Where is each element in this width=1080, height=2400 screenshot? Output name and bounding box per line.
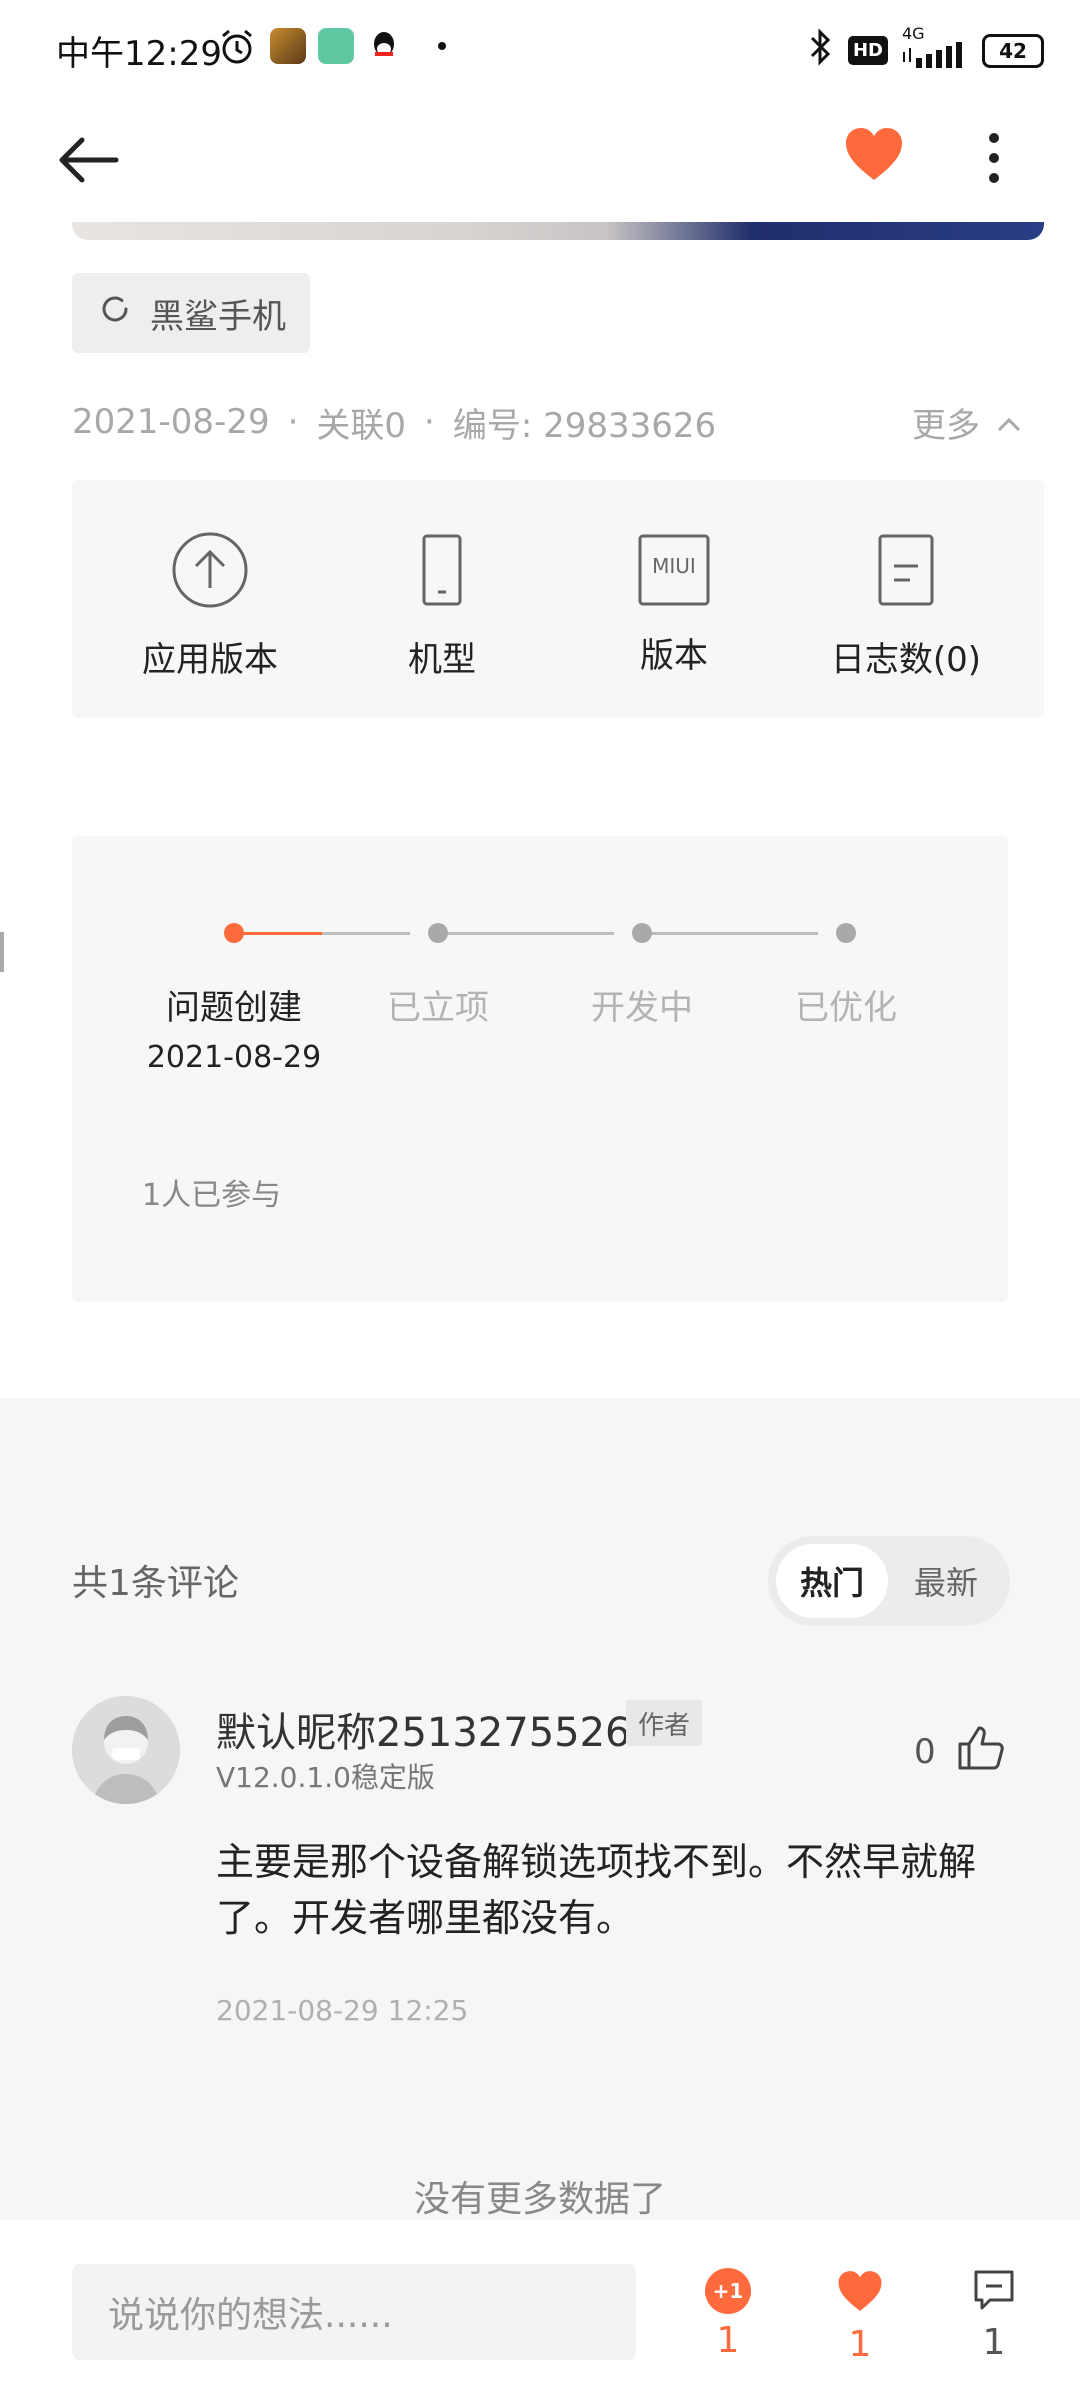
comment-version: V12.0.1.0稳定版 bbox=[216, 1761, 435, 1794]
info-label: 版本 bbox=[640, 636, 708, 676]
alarm-icon bbox=[218, 28, 256, 70]
step-label-optimized: 已优化 bbox=[795, 988, 897, 1028]
heart-icon bbox=[835, 2268, 885, 2318]
status-bar: 中午12:29 HD 4G 42 bbox=[0, 0, 1080, 96]
phone-icon bbox=[402, 530, 482, 614]
qq-icon bbox=[366, 28, 402, 64]
more-notifications-dot bbox=[438, 42, 446, 50]
comment-icon bbox=[972, 2268, 1016, 2316]
battery-indicator: 42 bbox=[982, 33, 1044, 68]
chevron-up-icon bbox=[996, 402, 1022, 442]
tag-label: 黑鲨手机 bbox=[150, 296, 286, 337]
edge-handle bbox=[0, 932, 4, 972]
step-label-developing: 开发中 bbox=[591, 988, 693, 1028]
post-date: 2021-08-29 bbox=[72, 402, 270, 442]
comment-like-count: 0 bbox=[914, 1732, 936, 1772]
comment-count: 1 bbox=[982, 2322, 1006, 2363]
upload-circle-icon bbox=[170, 530, 250, 614]
miui-icon: MIUI bbox=[634, 530, 714, 610]
avatar[interactable] bbox=[72, 1696, 180, 1804]
top-nav bbox=[0, 100, 1080, 220]
progress-panel: 问题创建 已立项 开发中 已优化 2021-08-29 1人已参与 bbox=[72, 836, 1008, 1302]
meta-row: 2021-08-29 · 关联0 · 编号: 29833626 bbox=[72, 392, 1032, 452]
separator-dot: · bbox=[287, 402, 299, 442]
app-notification-icon bbox=[270, 28, 306, 64]
step-dot bbox=[836, 923, 856, 943]
step-label-created: 问题创建 bbox=[166, 988, 302, 1028]
info-panel: 应用版本 机型 MIUI 版本 日志数(0) bbox=[72, 480, 1044, 718]
progress-line bbox=[234, 932, 410, 935]
comment-input[interactable]: 说说你的想法...... bbox=[72, 2264, 636, 2360]
related-count: 关联0 bbox=[316, 405, 407, 446]
heart-icon[interactable] bbox=[842, 124, 906, 184]
info-item-logs[interactable]: 日志数(0) bbox=[806, 530, 1006, 681]
plus-one-icon: +1 bbox=[705, 2268, 751, 2314]
more-label: 更多 bbox=[912, 405, 980, 446]
comment-time: 2021-08-29 12:25 bbox=[216, 1994, 469, 2027]
separator-dot: · bbox=[424, 402, 435, 442]
info-label: 日志数(0) bbox=[830, 640, 982, 680]
more-vertical-icon[interactable] bbox=[984, 130, 1004, 186]
like-count: 1 bbox=[848, 2324, 872, 2365]
info-item-app-version[interactable]: 应用版本 bbox=[110, 530, 310, 681]
device-tag[interactable]: 黑鲨手机 bbox=[72, 273, 310, 353]
status-time: 中午12:29 bbox=[56, 34, 222, 74]
info-item-version[interactable]: MIUI 版本 bbox=[574, 530, 774, 677]
plus-one-button[interactable]: +1 1 bbox=[688, 2268, 768, 2361]
no-more-data: 没有更多数据了 bbox=[413, 2179, 666, 2220]
participants-count: 1人已参与 bbox=[142, 1178, 282, 1213]
banner-image-edge bbox=[72, 222, 1044, 240]
info-label: 应用版本 bbox=[142, 640, 278, 680]
refresh-icon bbox=[98, 292, 132, 335]
bluetooth-icon bbox=[808, 28, 834, 73]
step-dot bbox=[632, 923, 652, 943]
more-toggle[interactable]: 更多 bbox=[912, 392, 1022, 452]
comment-text: 主要是那个设备解锁选项找不到。不然早就解了。开发者哪里都没有。 bbox=[216, 1840, 977, 1940]
comment-input-placeholder: 说说你的想法...... bbox=[108, 2295, 393, 2336]
arrow-left-icon[interactable] bbox=[56, 130, 120, 190]
info-label: 机型 bbox=[408, 640, 476, 680]
thumbs-up-icon[interactable] bbox=[956, 1722, 1006, 1772]
like-button[interactable]: 1 bbox=[820, 2268, 900, 2365]
info-item-model[interactable]: 机型 bbox=[342, 530, 542, 681]
signal-icon bbox=[902, 42, 968, 75]
progress-line bbox=[438, 932, 614, 935]
step-date: 2021-08-29 bbox=[146, 1040, 322, 1075]
comments-section bbox=[0, 1398, 1080, 2220]
plus-one-count: 1 bbox=[716, 2320, 740, 2361]
step-dot-active bbox=[224, 923, 244, 943]
sort-latest-button[interactable]: 最新 bbox=[890, 1544, 1002, 1618]
step-label-approved: 已立项 bbox=[387, 988, 489, 1028]
document-icon bbox=[866, 530, 946, 614]
comment-author[interactable]: 默认昵称2513275526 bbox=[216, 1700, 631, 1758]
hd-badge: HD bbox=[847, 36, 888, 65]
issue-number: 编号: 29833626 bbox=[452, 405, 717, 446]
sort-hot-button[interactable]: 热门 bbox=[776, 1544, 888, 1618]
comments-title: 共1条评论 bbox=[72, 1563, 239, 1604]
comment-button[interactable]: 1 bbox=[954, 2268, 1034, 2363]
author-badge: 作者 bbox=[626, 1700, 703, 1746]
sort-toggle: 热门 最新 bbox=[768, 1536, 1010, 1626]
step-dot bbox=[428, 923, 448, 943]
app-notification-icon bbox=[318, 28, 354, 64]
battery-level: 42 bbox=[999, 38, 1027, 63]
progress-line bbox=[642, 932, 818, 935]
network-type: 4G bbox=[902, 24, 925, 43]
miui-icon-text: MIUI bbox=[652, 554, 696, 578]
